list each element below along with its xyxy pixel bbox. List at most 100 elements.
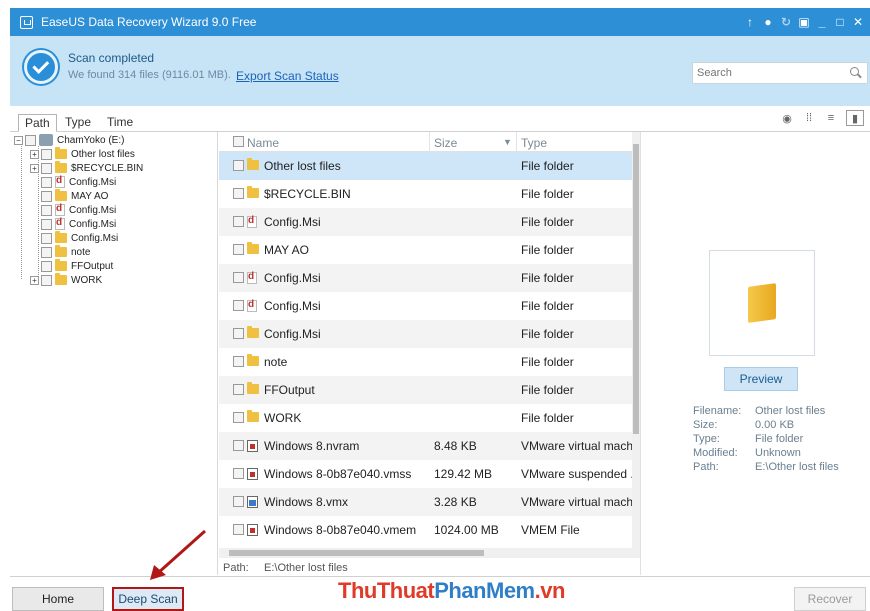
file-type: File folder <box>521 327 574 341</box>
export-scan-status-link[interactable]: Export Scan Status <box>236 69 339 83</box>
table-row[interactable]: Windows 8-0b87e040.vmss 129.42 MB VMware… <box>219 460 633 488</box>
checkbox[interactable] <box>25 134 36 146</box>
row-checkbox[interactable] <box>233 188 244 199</box>
folder-icon <box>55 231 67 243</box>
vertical-scroll-thumb[interactable] <box>633 144 639 434</box>
table-row[interactable]: WORK File folder <box>219 404 632 432</box>
recover-button[interactable]: Recover <box>794 587 866 611</box>
deep-scan-button[interactable]: Deep Scan <box>112 587 184 611</box>
detail-view-icon[interactable]: ▮ <box>846 110 864 126</box>
tab-path[interactable]: Path <box>18 114 57 132</box>
expand-icon[interactable]: + <box>30 275 39 285</box>
row-checkbox[interactable] <box>233 160 244 171</box>
table-row[interactable]: $RECYCLE.BIN File folder <box>219 180 632 208</box>
file-size: 8.48 KB <box>434 439 477 453</box>
table-row[interactable]: Config.Msi File folder <box>219 264 632 292</box>
tree-item-label: Other lost files <box>71 148 135 160</box>
watermark-part: .vn <box>534 578 566 603</box>
file-size: 3.28 KB <box>434 495 477 509</box>
row-checkbox[interactable] <box>233 272 244 283</box>
vm-file-icon <box>247 468 258 480</box>
checkbox[interactable] <box>41 232 52 244</box>
table-row[interactable]: Other lost files File folder <box>219 152 632 180</box>
row-checkbox[interactable] <box>233 356 244 367</box>
column-size[interactable]: Size <box>434 136 457 150</box>
tree-item[interactable]: Config.Msi <box>41 217 116 231</box>
scan-status-title: Scan completed <box>68 51 155 65</box>
file-details: Filename: Other lost files Size: 0.00 KB T… <box>693 404 839 474</box>
checkbox[interactable] <box>41 260 52 272</box>
table-row[interactable]: Config.Msi File folder <box>219 320 632 348</box>
expand-icon[interactable]: + <box>30 149 39 159</box>
horizontal-scrollbar[interactable] <box>219 548 639 558</box>
tree-item[interactable]: note <box>41 245 90 259</box>
tree-item[interactable]: Config.Msi <box>41 203 116 217</box>
row-checkbox[interactable] <box>233 328 244 339</box>
file-name: FFOutput <box>264 383 315 397</box>
vertical-scrollbar[interactable] <box>632 132 640 558</box>
tree-item[interactable]: + Other lost files <box>30 147 135 161</box>
tab-type[interactable]: Type <box>59 114 97 132</box>
expand-icon[interactable]: + <box>30 163 39 173</box>
tree-item[interactable]: Config.Msi <box>41 175 116 189</box>
row-checkbox[interactable] <box>233 440 244 451</box>
tree-item[interactable]: + WORK <box>30 273 102 287</box>
sort-desc-icon[interactable]: ▼ <box>503 137 512 147</box>
table-row[interactable]: MAY AO File folder <box>219 236 632 264</box>
tree-item[interactable]: Config.Msi <box>41 231 118 245</box>
table-row[interactable]: note File folder <box>219 348 632 376</box>
checkbox[interactable] <box>41 218 52 230</box>
table-row[interactable]: Config.Msi File folder <box>219 208 632 236</box>
search-icon[interactable] <box>849 66 863 80</box>
document-icon <box>247 299 257 312</box>
home-button[interactable]: Home <box>12 587 104 611</box>
row-checkbox[interactable] <box>233 496 244 507</box>
table-row[interactable]: Windows 8.vmx 3.28 KB VMware virtual mac… <box>219 488 633 516</box>
search-input[interactable] <box>693 63 849 83</box>
restore-icon[interactable]: ▣ <box>798 15 810 29</box>
checkbox[interactable] <box>41 176 52 188</box>
table-row[interactable]: Windows 8.nvram 8.48 KB VMware virtual m… <box>219 432 633 460</box>
minimize-icon[interactable]: _ <box>816 15 828 29</box>
row-checkbox[interactable] <box>233 244 244 255</box>
checkbox[interactable] <box>41 246 52 258</box>
tree-root[interactable]: − ChamYoko (E:) <box>14 133 124 147</box>
collapse-icon[interactable]: − <box>14 135 23 145</box>
tree-item[interactable]: + $RECYCLE.BIN <box>30 161 143 175</box>
row-checkbox[interactable] <box>233 216 244 227</box>
checkbox[interactable] <box>41 190 52 202</box>
search-box[interactable] <box>692 62 868 84</box>
file-type: File folder <box>521 187 574 201</box>
column-name[interactable]: Name <box>247 136 279 150</box>
checkbox[interactable] <box>41 148 52 160</box>
row-checkbox[interactable] <box>233 468 244 479</box>
column-type[interactable]: Type <box>521 136 547 150</box>
tab-time[interactable]: Time <box>101 114 139 132</box>
refresh-icon[interactable]: ↻ <box>780 15 792 29</box>
row-checkbox[interactable] <box>233 300 244 311</box>
eye-icon[interactable]: ◉ <box>780 111 794 125</box>
detail-value: Unknown <box>755 447 801 459</box>
drive-icon <box>39 134 53 146</box>
checkbox[interactable] <box>41 162 52 174</box>
checkbox[interactable] <box>41 274 52 286</box>
list-view-icon[interactable]: ≡ <box>824 111 838 125</box>
tree-item[interactable]: MAY AO <box>41 189 108 203</box>
tree-item[interactable]: FFOutput <box>41 259 113 273</box>
table-row[interactable]: Config.Msi File folder <box>219 292 632 320</box>
grid-view-icon[interactable]: ⁞⁞ <box>802 111 816 125</box>
tree-item-label: Config.Msi <box>69 218 117 230</box>
preview-button[interactable]: Preview <box>724 367 798 391</box>
select-all-checkbox[interactable] <box>233 136 244 147</box>
upload-icon[interactable]: ↑ <box>744 15 756 29</box>
checkbox[interactable] <box>41 204 52 216</box>
row-checkbox[interactable] <box>233 384 244 395</box>
row-checkbox[interactable] <box>233 412 244 423</box>
close-icon[interactable]: ✕ <box>852 15 864 29</box>
horizontal-scroll-thumb[interactable] <box>229 550 484 556</box>
table-row[interactable]: FFOutput File folder <box>219 376 632 404</box>
table-row[interactable]: Windows 8-0b87e040.vmem 1024.00 MB VMEM … <box>219 516 632 544</box>
chat-icon[interactable]: ● <box>762 15 774 29</box>
row-checkbox[interactable] <box>233 524 244 535</box>
maximize-icon[interactable]: □ <box>834 15 846 29</box>
